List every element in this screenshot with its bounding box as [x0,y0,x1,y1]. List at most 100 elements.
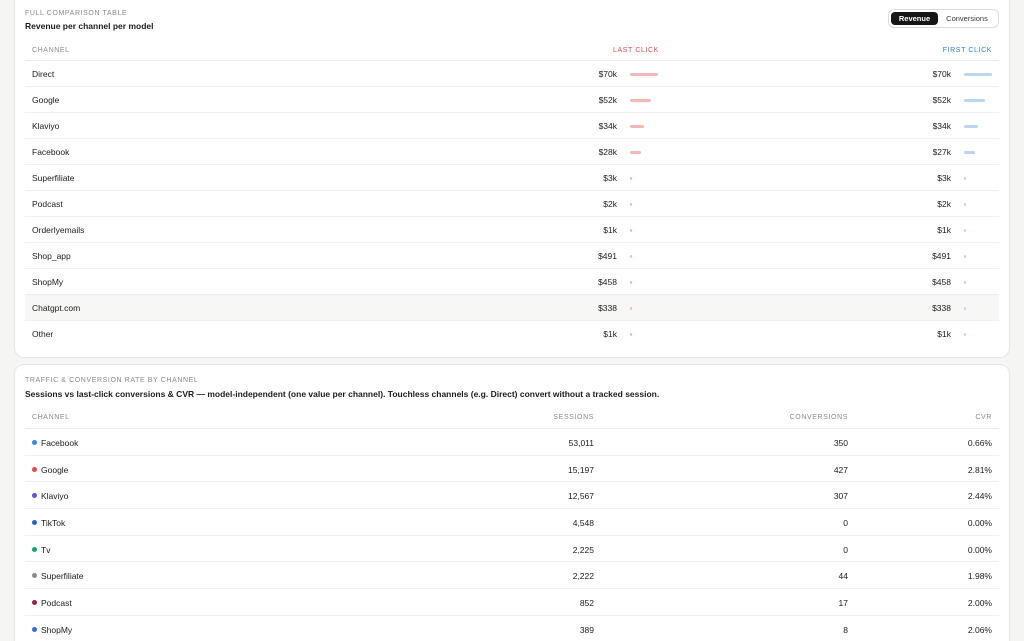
first-click-value: $27k [932,147,951,157]
channel-name: ShopMy [32,277,64,287]
header-last-click: LAST CLICK [613,47,659,54]
channel-name: Superfiliate [32,173,75,183]
channel-name: Orderlyemails [32,225,85,235]
channel-name: Other [32,329,54,339]
comparison-row: Shop_app $491 $491 [25,243,999,269]
last-click-value: $458 [598,277,617,287]
last-click-value: $3k [603,173,617,183]
last-click-bar [630,177,632,180]
last-click-value: $1k [603,329,617,339]
conversions-value: 427 [833,464,848,475]
first-click-value: $491 [932,251,951,261]
channel-name: Direct [32,69,55,79]
first-click-value: $1k [937,329,951,339]
first-click-bar [964,229,966,232]
header-cvr: CVR [975,414,992,421]
first-click-bar [964,281,966,284]
cvr-value: 2.44% [967,491,992,502]
sessions-value: 4,548 [572,518,594,529]
channel-name: Klaviyo [32,121,60,131]
last-click-value: $70k [598,69,617,79]
last-click-value: $28k [598,147,617,157]
channel-name: Podcast [32,199,63,209]
header-conversions: CONVERSIONS [789,414,848,421]
channel-name: ShopMy [41,624,73,635]
comparison-row: Direct $70k $70k [25,61,999,87]
first-click-value: $3k [937,173,951,183]
conversions-value: 0 [843,518,848,529]
comparison-eyebrow: FULL COMPARISON TABLE [25,10,128,17]
sessions-value: 15,197 [568,464,594,475]
channel-name: Podcast [41,598,72,609]
first-click-value: $52k [932,95,951,105]
first-click-bar [964,203,966,206]
comparison-table-header: CHANNEL LAST CLICK FIRST CLICK [25,43,999,61]
channel-color-dot-icon [32,573,37,579]
last-click-value: $52k [598,95,617,105]
comparison-row: Google $52k $52k [25,87,999,113]
cvr-value: 2.06% [967,624,992,635]
channel-name: Superfiliate [41,571,84,582]
conversions-value: 8 [843,624,848,635]
toggle-conversions-button[interactable]: Conversions [941,12,993,25]
channel-name: Google [32,95,60,105]
conversions-value: 0 [843,544,848,555]
comparison-table-body: Direct $70k $70k Google $52k $52k Klaviyo $34k $… [25,61,999,347]
channel-name: Chatgpt.com [32,303,81,313]
last-click-bar [630,73,658,76]
channel-name: Facebook [41,438,79,448]
sessions-value: 53,011 [568,438,594,448]
channel-name: Google [41,464,69,475]
traffic-subtitle: Sessions vs last-click conversions & CVR… [25,389,660,399]
channel-name: Shop_app [32,251,71,261]
first-click-bar [964,125,978,128]
last-click-value: $1k [603,225,617,235]
header-channel: CHANNEL [32,414,70,421]
traffic-row: Superfiliate 2,222 44 1.98% [25,562,999,590]
comparison-row: Podcast $2k $2k [25,191,999,217]
first-click-value: $70k [932,69,951,79]
sessions-value: 12,567 [568,491,594,502]
sessions-value: 2,225 [572,544,594,555]
first-click-value: $1k [937,225,951,235]
traffic-row: Klaviyo 12,567 307 2.44% [25,482,999,510]
comparison-row: ShopMy $458 $458 [25,269,999,295]
toggle-revenue-button[interactable]: Revenue [891,12,938,25]
first-click-bar [964,73,992,76]
header-channel: CHANNEL [32,47,70,54]
channel-name: Tv [41,544,51,555]
traffic-row: Tv 2,225 0 0.00% [25,536,999,563]
traffic-row: Facebook 53,011 350 0.66% [25,429,999,456]
comparison-row: Superfiliate $3k $3k [25,165,999,191]
comparison-row: Facebook $28k $27k [25,139,999,165]
last-click-value: $491 [598,251,617,261]
cvr-value: 2.81% [967,464,992,475]
channel-color-dot-icon [32,440,37,445]
channel-color-dot-icon [32,493,37,499]
conversions-value: 44 [838,571,848,582]
metric-toggle: Revenue Conversions [888,9,999,28]
traffic-table-body: Facebook 53,011 350 0.66% Google 15,197 427 2.8… [25,429,999,641]
first-click-bar [964,151,975,154]
channel-name: Klaviyo [41,491,69,502]
channel-color-dot-icon [32,520,37,526]
comparison-row: Other $1k $1k [25,321,999,347]
header-first-click: FIRST CLICK [942,47,992,54]
traffic-table-header: CHANNEL SESSIONS CONVERSIONS CVR [25,410,999,429]
cvr-value: 1.98% [967,571,992,582]
first-click-bar [964,99,985,102]
channel-color-dot-icon [32,626,37,632]
first-click-bar [964,333,966,336]
channel-name: Facebook [32,147,70,157]
conversions-value: 350 [833,438,848,448]
comparison-row: Klaviyo $34k $34k [25,113,999,139]
conversions-value: 307 [833,491,848,502]
cvr-value: 0.00% [967,518,992,529]
cvr-value: 0.00% [967,544,992,555]
comparison-row: Orderlyemails $1k $1k [25,217,999,243]
last-click-bar [630,229,632,232]
last-click-value: $34k [598,121,617,131]
first-click-value: $458 [932,277,951,287]
last-click-bar [630,99,651,102]
cvr-value: 0.66% [967,438,992,448]
